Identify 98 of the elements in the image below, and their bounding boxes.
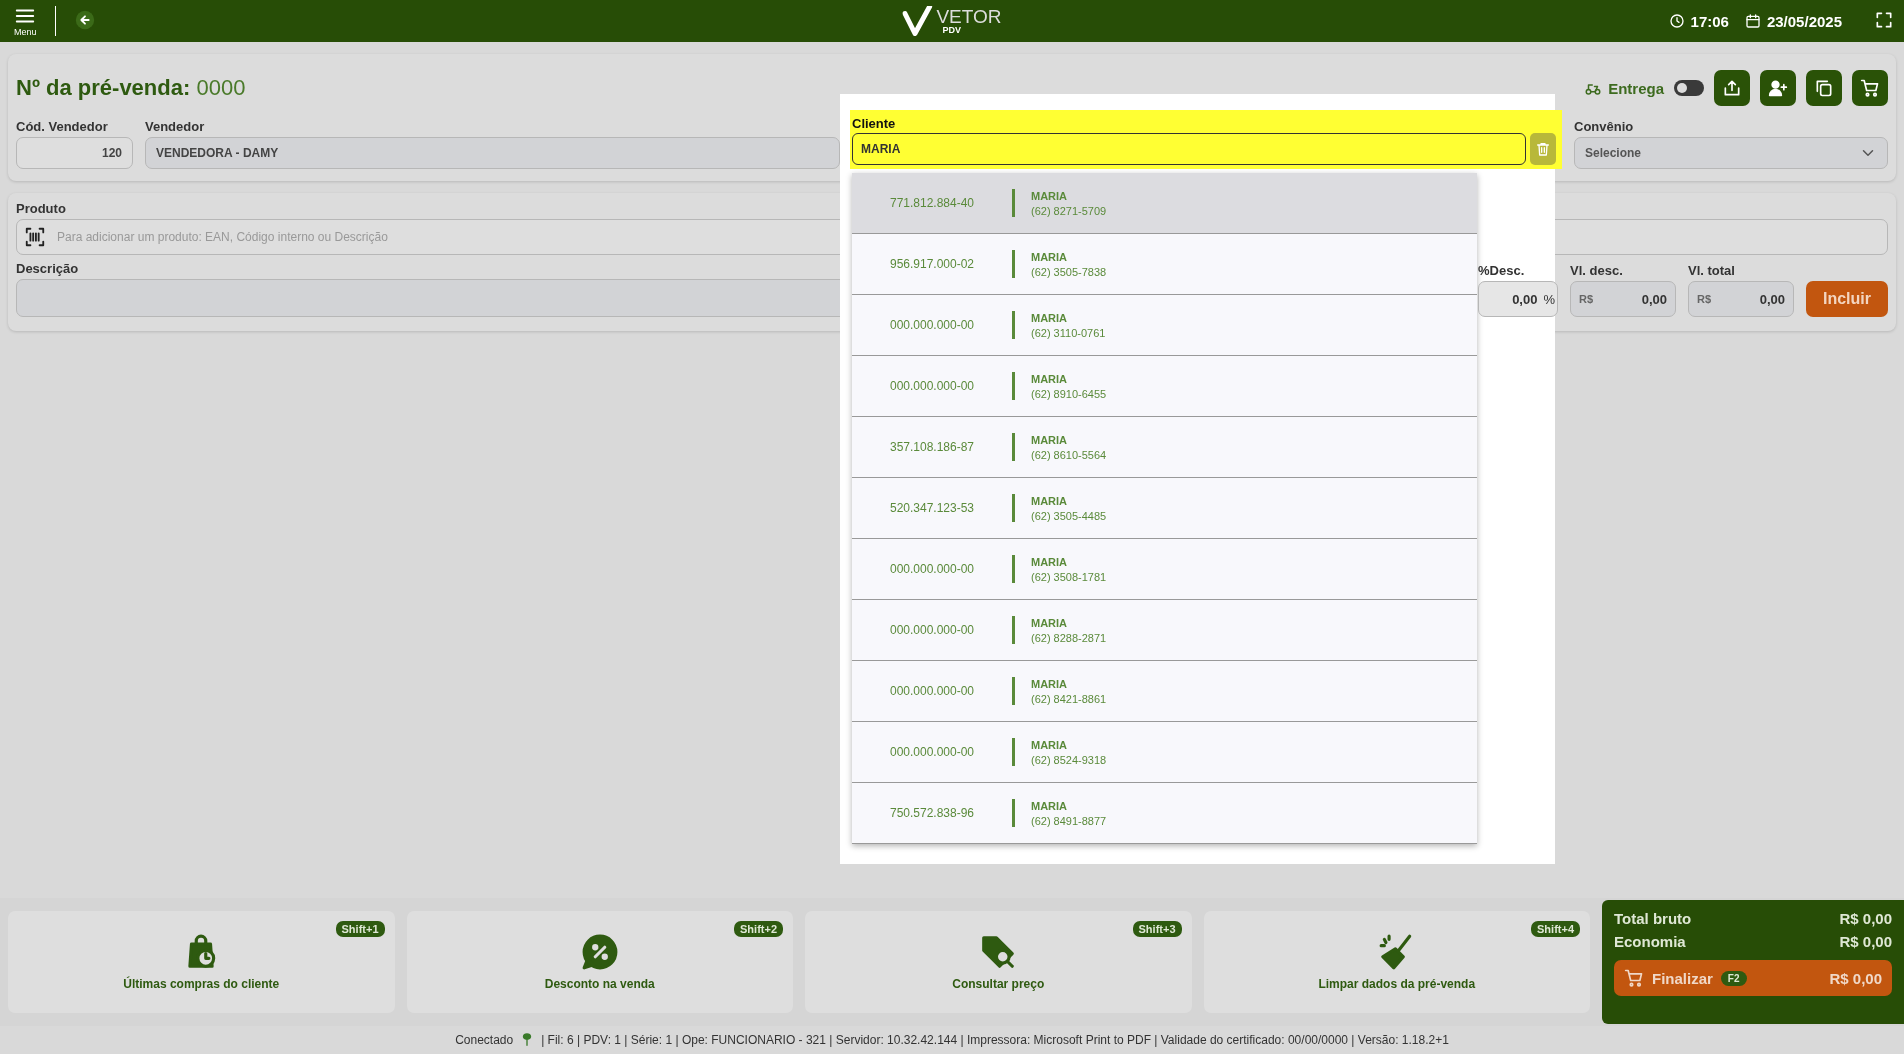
date-text: 23/05/2025 [1766, 12, 1842, 30]
percent-chat-icon [580, 933, 619, 971]
clock-icon [1668, 13, 1685, 29]
client-document: 750.572.838-96 [888, 806, 976, 820]
total-value: R$ 0,00 [1839, 933, 1892, 950]
connection-status: Conectado [455, 1033, 514, 1047]
client-document: 357.108.186-87 [888, 440, 976, 454]
client-phone: (62) 8288-2871 [1031, 631, 1107, 644]
client-option[interactable]: 750.572.838-96 MARIA (62) 8491-8877 [852, 783, 1477, 844]
shortcut-badge: Shift+2 [734, 921, 783, 937]
field-label: Vendedor [145, 119, 205, 134]
client-option[interactable]: 000.000.000-00 MARIA (62) 3508-1781 [852, 539, 1477, 600]
client-name: MARIA [1031, 799, 1069, 812]
client-name: MARIA [1031, 311, 1069, 324]
client-document: 000.000.000-00 [888, 623, 976, 637]
field-label: Cliente [852, 116, 896, 131]
action-button[interactable]: Shift+3 Consultar preço [805, 911, 1192, 1013]
seller-code-field[interactable]: 120 [16, 137, 133, 169]
field-label: Vl. desc. [1570, 263, 1623, 278]
cart-icon [1624, 968, 1644, 988]
total-value: R$ 0,00 [1839, 910, 1892, 927]
logo-text: VETOR [936, 7, 1002, 26]
client-name: MARIA [1031, 616, 1069, 629]
client-phone: (62) 8271-5709 [1031, 204, 1107, 217]
covenant-select[interactable]: Selecione [1574, 137, 1888, 169]
client-name: MARIA [1031, 738, 1069, 751]
action-button[interactable]: Shift+1 Últimas compras do cliente [8, 911, 395, 1013]
client-document: 000.000.000-00 [888, 379, 976, 393]
client-phone: (62) 8610-5564 [1031, 448, 1107, 461]
copy-icon [1814, 78, 1834, 98]
client-phone: (62) 8524-9318 [1031, 753, 1107, 766]
discount-value-field[interactable]: R$ 0,00 [1570, 281, 1676, 317]
client-name: MARIA [1031, 433, 1069, 446]
logo-subtitle: PDV [942, 26, 962, 35]
client-phone: (62) 8910-6455 [1031, 387, 1107, 400]
client-phone: (62) 3505-7838 [1031, 265, 1107, 278]
client-name: MARIA [1031, 189, 1069, 202]
field-label: Produto [16, 201, 66, 216]
action-button[interactable]: Shift+2 Desconto na venda [406, 911, 793, 1013]
cart-icon [1860, 78, 1880, 98]
time-text: 17:06 [1690, 12, 1729, 30]
client-document: 520.347.123-53 [888, 501, 976, 515]
shortcut-badge: Shift+4 [1531, 921, 1580, 937]
client-option[interactable]: 520.347.123-53 MARIA (62) 3505-4485 [852, 478, 1477, 539]
user-plus-icon [1768, 78, 1788, 98]
total-label: Total bruto [1614, 910, 1692, 927]
client-option[interactable]: 000.000.000-00 MARIA (62) 8288-2871 [852, 600, 1477, 661]
presale-number-title: Nº da pré-venda: 0000 [16, 75, 246, 101]
client-phone: (62) 3508-1781 [1031, 570, 1107, 583]
status-info: | Fil: 6 | PDV: 1 | Série: 1 | Ope: FUNCIONARIO - 321 | Servidor: 10.32.42.144 | Impressora: Microsoft Print to PDF | Validade do certificado: 00/00/0000 | Versão: 1.18.2+1 [541, 1033, 1449, 1047]
add-user-button[interactable] [1760, 70, 1796, 106]
client-document: 000.000.000-00 [888, 562, 976, 576]
field-label: Descrição [16, 261, 79, 276]
trash-icon [1535, 141, 1551, 157]
field-label: Cód. Vendedor [16, 119, 108, 134]
cart-button[interactable] [1852, 70, 1888, 106]
client-option[interactable]: 000.000.000-00 MARIA (62) 3110-0761 [852, 295, 1477, 356]
total-value-field[interactable]: R$ 0,00 [1688, 281, 1794, 317]
client-name: MARIA [1031, 494, 1069, 507]
share-button[interactable] [1714, 70, 1750, 106]
checkmark-logo-icon [902, 6, 933, 36]
shortcut-badge: Shift+3 [1132, 921, 1182, 937]
discount-percent-field[interactable]: 0,00 % [1478, 281, 1558, 317]
client-document: 956.917.000-02 [888, 257, 976, 271]
client-option[interactable]: 000.000.000-00 MARIA (62) 8910-6455 [852, 356, 1477, 417]
client-option[interactable]: 771.812.884-40 MARIA (62) 8271-5709 [852, 173, 1477, 234]
share-icon [1722, 78, 1742, 98]
client-option[interactable]: 000.000.000-00 MARIA (62) 8421-8861 [852, 661, 1477, 722]
calendar-icon [1744, 13, 1761, 29]
client-phone: (62) 3505-4485 [1031, 509, 1107, 522]
client-phone: (62) 3110-0761 [1031, 326, 1106, 339]
menu-button[interactable]: Menu [10, 5, 41, 37]
include-button[interactable]: Incluir [1806, 281, 1888, 317]
finalize-button[interactable]: Finalizar F2 R$ 0,00 [1614, 960, 1892, 996]
client-name: MARIA [1031, 555, 1069, 568]
action-button[interactable]: Shift+4 Limpar dados da pré-venda [1203, 911, 1590, 1013]
client-option[interactable]: 956.917.000-02 MARIA (62) 3505-7838 [852, 234, 1477, 295]
field-label: Convênio [1574, 119, 1634, 134]
delivery-label: Entrega [1608, 79, 1664, 97]
client-document: 771.812.884-40 [888, 196, 976, 210]
client-option[interactable]: 000.000.000-00 MARIA (62) 8524-9318 [852, 722, 1477, 783]
field-label: %Desc. [1478, 263, 1525, 278]
client-option[interactable]: 357.108.186-87 MARIA (62) 8610-5564 [852, 417, 1477, 478]
client-phone: (62) 8491-8877 [1031, 814, 1107, 827]
field-label: Vl. total [1688, 263, 1735, 278]
delivery-toggle[interactable] [1674, 80, 1704, 96]
client-name: MARIA [1031, 372, 1069, 385]
shortcut-badge: Shift+1 [335, 921, 385, 937]
client-document: 000.000.000-00 [888, 318, 976, 332]
client-field[interactable]: MARIA [852, 133, 1526, 165]
client-phone: (62) 8421-8861 [1031, 692, 1107, 705]
total-label: Economia [1614, 933, 1686, 950]
copy-button[interactable] [1806, 70, 1842, 106]
seller-field[interactable]: VENDEDORA - DAMY [145, 137, 840, 169]
client-document: 000.000.000-00 [888, 684, 976, 698]
barcode-scan-icon [24, 226, 46, 248]
client-name: MARIA [1031, 677, 1069, 690]
client-document: 000.000.000-00 [888, 745, 976, 759]
